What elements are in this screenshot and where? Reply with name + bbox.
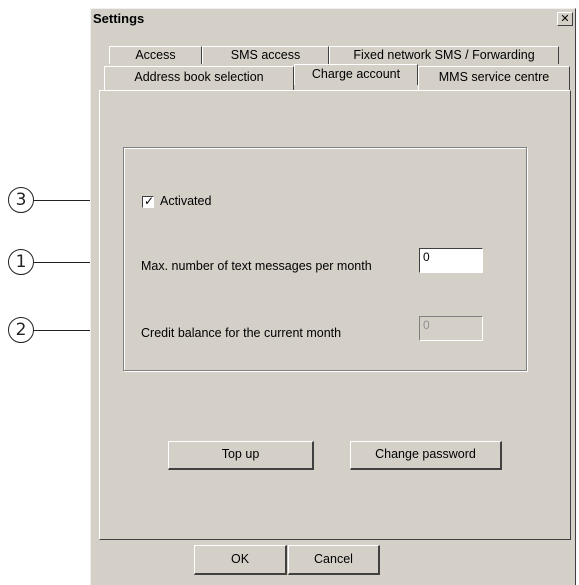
callout-2: 2	[8, 317, 34, 343]
checkmark-icon: ✓	[144, 194, 155, 208]
close-button[interactable]: ✕	[557, 12, 573, 26]
credit-balance-label: Credit balance for the current month	[141, 326, 342, 340]
charge-settings-group: ✓ Activated Max. number of text messages…	[123, 147, 527, 371]
tab-access[interactable]: Access	[109, 46, 202, 64]
credit-balance-field: 0	[419, 316, 483, 341]
charge-account-page: ✓ Activated Max. number of text messages…	[99, 90, 571, 540]
max-messages-input[interactable]: 0	[419, 248, 483, 273]
callout-3: 3	[8, 187, 34, 213]
settings-window: Settings ✕ Access SMS access Fixed netwo…	[90, 8, 576, 585]
callout-3-leader	[34, 200, 90, 202]
tab-fixed-network-sms[interactable]: Fixed network SMS / Forwarding	[329, 46, 559, 64]
change-password-button[interactable]: Change password	[350, 441, 502, 470]
activated-label: Activated	[160, 194, 212, 208]
max-messages-label: Max. number of text messages per month	[141, 259, 372, 273]
callout-2-leader	[34, 330, 90, 332]
callout-1-leader	[34, 262, 90, 264]
tab-charge-account[interactable]: Charge account	[294, 64, 418, 85]
tab-mms-service-centre[interactable]: MMS service centre	[418, 66, 570, 90]
activated-checkbox[interactable]: ✓	[142, 194, 155, 208]
window-title: Settings	[93, 11, 145, 26]
callout-1: 1	[8, 249, 34, 275]
cancel-button[interactable]: Cancel	[288, 545, 380, 575]
tab-address-book-selection[interactable]: Address book selection	[104, 66, 294, 90]
title-bar: Settings ✕	[91, 9, 575, 29]
top-up-button[interactable]: Top up	[168, 441, 314, 470]
tab-sms-access[interactable]: SMS access	[202, 46, 329, 64]
ok-button[interactable]: OK	[194, 545, 287, 575]
close-icon: ✕	[560, 12, 570, 25]
